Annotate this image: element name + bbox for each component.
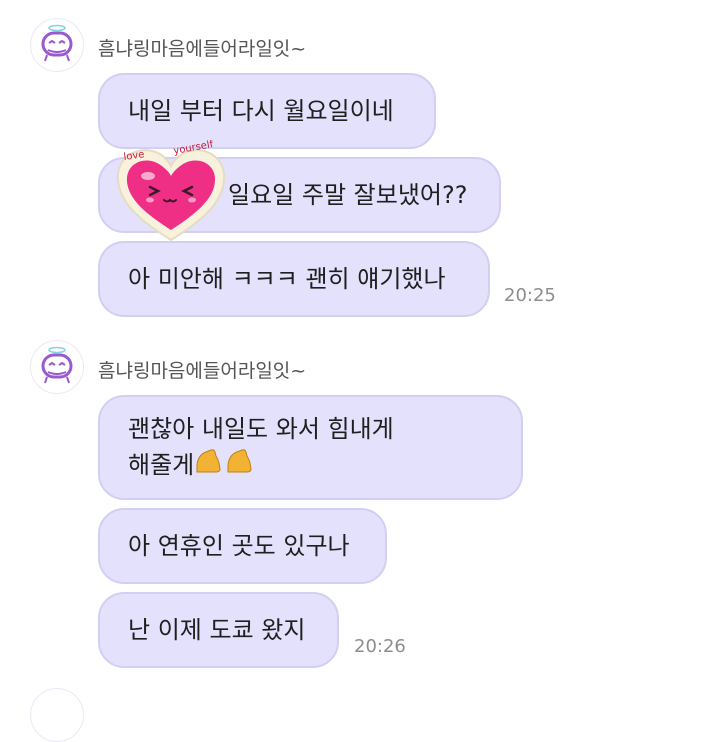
message-text: 난 이제 도쿄 왔지 [128,616,306,644]
sender-name[interactable]: 흠냐링마음에들어라일잇~ [98,34,306,61]
message-text: 내일 부터 다시 월요일이네 [128,97,394,125]
message-text: 일요일 주말 잘보냈어?? [228,181,468,209]
message-text: 아 미안해 ㅋㅋㅋ 괜히 얘기했나 [128,265,446,293]
sender-avatar[interactable] [30,340,84,394]
message-bubble[interactable]: 내일 부터 다시 월요일이네 [98,73,436,149]
message-bubble[interactable]: 난 이제 도쿄 왔지 [98,592,339,668]
flexed-biceps-icon [194,447,254,485]
love-yourself-heart-sticker[interactable]: love yourself [112,139,230,244]
message-bubble[interactable]: 아 미안해 ㅋㅋㅋ 괜히 얘기했나 [98,241,490,317]
message-timestamp: 20:25 [504,285,556,306]
sender-avatar[interactable] [30,18,84,72]
message-text-line: 괜찮아 내일도 와서 힘내게 [128,415,394,443]
message-text: 해줄게 [128,451,195,479]
message-timestamp: 20:26 [354,636,406,657]
message-text: 아 연휴인 곳도 있구나 [128,532,350,560]
sender-avatar-partial[interactable] [30,688,84,742]
message-text-line: 해줄게 [128,447,254,485]
message-bubble[interactable]: 괜찮아 내일도 와서 힘내게 해줄게 [98,395,523,500]
message-bubble[interactable]: 아 연휴인 곳도 있구나 [98,508,387,584]
ghost-face-icon [41,24,73,62]
ghost-face-icon [41,346,73,384]
sender-name[interactable]: 흠냐링마음에들어라일잇~ [98,356,306,383]
